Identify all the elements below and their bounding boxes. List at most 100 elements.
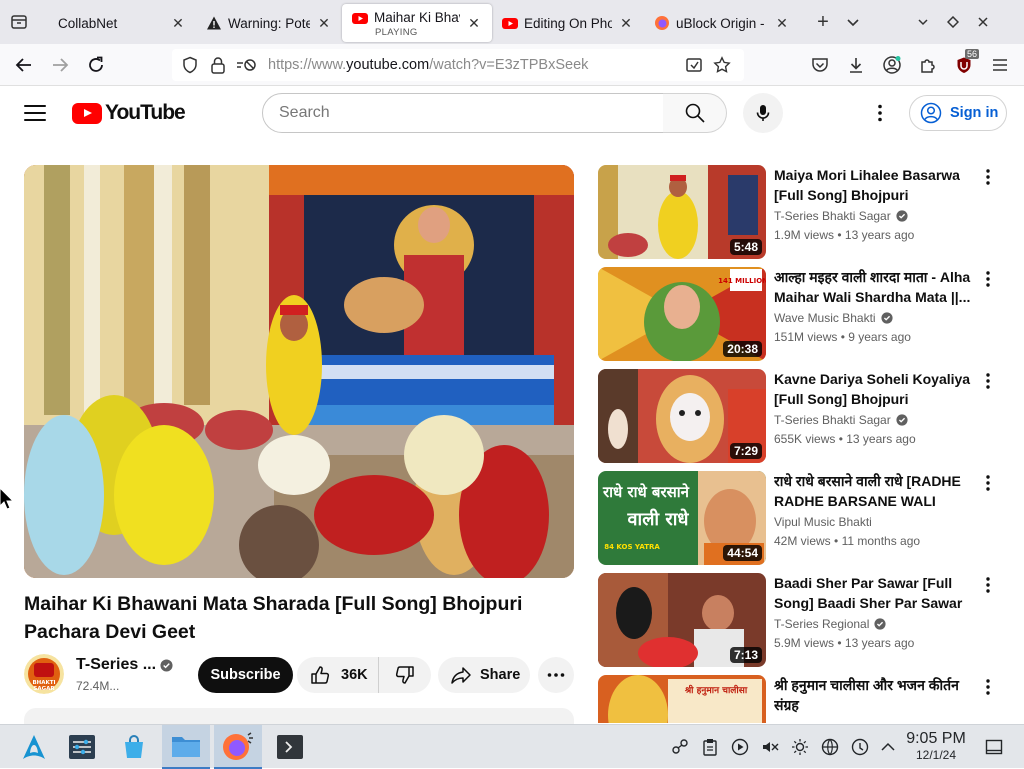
tray-media-player-icon[interactable] [728,735,752,759]
recommendation-thumbnail[interactable]: 141 MILLION+ 20:38 [598,267,766,361]
dislike-button[interactable] [379,657,431,693]
show-desktop-button[interactable] [982,735,1006,759]
application-launcher-button[interactable] [14,725,54,769]
recommendation-menu-button[interactable] [976,369,1000,393]
new-tab-button[interactable]: + [808,7,838,37]
recommendation-channel[interactable]: T-Series Bhakti Sagar [774,209,908,223]
voice-search-button[interactable] [743,93,783,133]
more-actions-button[interactable] [538,657,574,693]
taskbar-terminal[interactable] [266,725,314,769]
tray-brightness-icon[interactable] [788,735,812,759]
browser-tab-warning[interactable]: Warning: Poter ✕ [196,5,342,41]
recommendation-item[interactable]: 7:13 Baadi Sher Par Sawar [Full Song] Ba… [598,573,1008,667]
back-button[interactable] [6,49,42,81]
recommendation-thumbnail[interactable]: 7:29 [598,369,766,463]
recommendation-thumbnail[interactable]: राधे राधे बरसाने वाली राधे 84 KOS YATRA … [598,471,766,565]
browser-tab-collabnet[interactable]: CollabNet ✕ [38,5,196,41]
recommendation-menu-button[interactable] [976,267,1000,291]
tray-volume-muted-icon[interactable] [758,735,782,759]
forward-button[interactable] [42,49,78,81]
recommendation-title[interactable]: राधे राधे बरसाने वाली राधे [RADHE RADHE … [774,471,976,511]
tray-network-icon[interactable] [668,735,692,759]
lock-icon[interactable] [206,53,230,77]
reload-button[interactable] [78,49,114,81]
taskbar-clock[interactable]: 9:05 PM 12/1/24 [900,730,972,762]
taskbar-firefox[interactable] [214,725,262,769]
search-button[interactable] [663,93,727,133]
horizontal-dots-icon [547,673,565,677]
tray-clipboard-icon[interactable] [698,735,722,759]
taskbar-discover-store[interactable] [114,725,154,769]
recommendation-menu-button[interactable] [976,573,1000,597]
channel-logo-icon: BHAKTI SAGAR [24,654,64,694]
recommendation-title[interactable]: Kavne Dariya Soheli Koyaliya [Full Song]… [774,369,976,409]
window-maximize-button[interactable] [938,7,968,37]
window-close-button[interactable] [968,7,998,37]
like-button[interactable]: 36K [297,657,379,693]
recommendation-channel[interactable]: T-Series Regional [774,617,886,631]
app-menu-button[interactable] [982,49,1018,81]
recommendation-menu-button[interactable] [976,675,1000,699]
tray-network-globe-icon[interactable] [818,735,842,759]
search-input[interactable] [279,104,663,122]
video-frame [24,165,574,578]
downloads-button[interactable] [838,49,874,81]
recommendation-thumbnail[interactable]: 5:48 [598,165,766,259]
browser-tab-ublock[interactable]: uBlock Origin - ✕ [644,5,800,41]
tray-expand-chevron-up-icon[interactable] [876,735,900,759]
recommendation-item[interactable]: 7:29 Kavne Dariya Soheli Koyaliya [Full … [598,369,1008,463]
permissions-icon[interactable] [234,53,258,77]
video-player[interactable] [24,165,574,578]
recommendation-thumbnail[interactable]: श्री हनुमान चालीसा [598,675,766,723]
url-bar[interactable]: https://www.youtube.com/watch?v=E3zTPBxS… [172,49,744,81]
url-text[interactable]: https://www.youtube.com/watch?v=E3zTPBxS… [268,57,682,73]
puzzle-icon [921,59,935,73]
browser-tab-maihar-active[interactable]: Maihar Ki Bhav PLAYING ✕ [342,4,492,42]
taskbar-file-manager[interactable] [162,725,210,769]
recommendation-item[interactable]: 5:48 Maiya Mori Lihalee Basarwa [Full So… [598,165,1008,259]
recommendation-item[interactable]: 141 MILLION+ 20:38 आल्हा मइहर वाली शारदा… [598,267,1008,361]
bookmark-star-icon[interactable] [710,53,734,77]
recommendation-menu-button[interactable] [976,471,1000,495]
taskbar-system-settings[interactable] [62,725,102,769]
list-all-tabs-button[interactable] [838,7,868,37]
tracking-protection-shield-icon[interactable] [178,53,202,77]
recommendation-channel[interactable]: T-Series Bhakti Sagar [774,413,908,427]
window-minimize-button[interactable] [908,7,938,37]
recommendation-item[interactable]: राधे राधे बरसाने वाली राधे 84 KOS YATRA … [598,471,1008,565]
youtube-logo[interactable]: YouTube [72,101,186,125]
chevron-down-icon [847,19,859,27]
tab-close-icon[interactable]: ✕ [316,15,332,31]
recommendation-title[interactable]: श्री हनुमान चालीसा और भजन कीर्तन संग्रह [774,675,976,715]
pocket-button[interactable] [802,49,838,81]
tab-close-icon[interactable]: ✕ [618,15,634,31]
ublock-origin-button[interactable]: 56 [946,49,982,81]
browser-tab-editing[interactable]: Editing On Pho ✕ [492,5,644,41]
recommendation-thumbnail[interactable]: 7:13 [598,573,766,667]
recommendation-title[interactable]: Baadi Sher Par Sawar [Full Song] Baadi S… [774,573,976,613]
recommendation-title[interactable]: Maiya Mori Lihalee Basarwa [Full Song] B… [774,165,976,205]
tab-close-icon[interactable]: ✕ [774,15,790,31]
recommendation-channel[interactable]: Vipul Music Bhakti [774,515,872,529]
reader-view-icon[interactable] [682,53,706,77]
search-box[interactable] [262,93,664,133]
tab-close-icon[interactable]: ✕ [170,15,186,31]
share-button[interactable]: Share [438,657,530,693]
url-path: /watch?v=E3zTPBxSeek [429,57,589,73]
channel-name[interactable]: T-Series ... [76,656,156,674]
recommendation-title[interactable]: आल्हा मइहर वाली शारदा माता - Alha Maihar… [774,267,976,307]
account-button[interactable] [874,49,910,81]
extensions-button[interactable] [910,49,946,81]
recommendation-menu-button[interactable] [976,165,1000,189]
upload-age: 13 years ago [846,432,916,446]
guide-menu-button[interactable] [24,103,46,123]
settings-more-button[interactable] [866,99,894,127]
recommendation-channel[interactable]: Wave Music Bhakti [774,311,893,325]
subscribe-button[interactable]: Subscribe [198,657,293,693]
tray-updates-icon[interactable] [848,735,872,759]
recommendation-item[interactable]: श्री हनुमान चालीसा श्री हनुमान चालीसा और… [598,675,1008,723]
tab-close-icon[interactable]: ✕ [466,15,482,31]
tab-overview-button[interactable] [0,0,38,44]
channel-avatar[interactable]: BHAKTI SAGAR [24,654,64,694]
sign-in-button[interactable]: Sign in [909,95,1007,131]
